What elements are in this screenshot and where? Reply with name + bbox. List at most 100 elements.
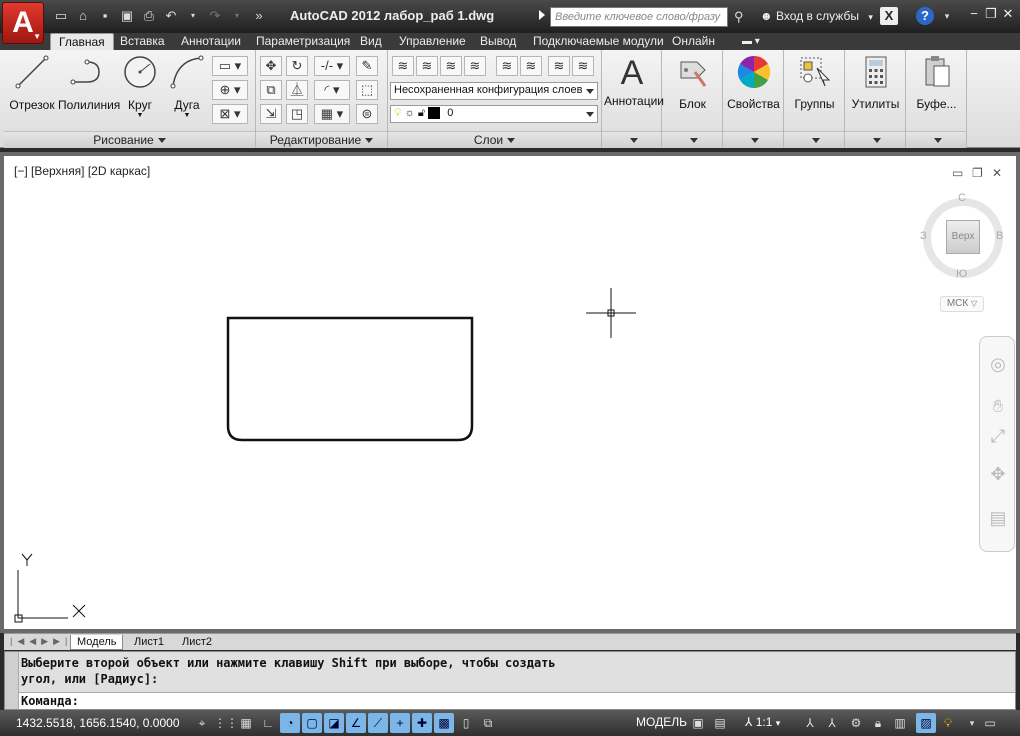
rectangle-tool[interactable]: ▭ ▾ xyxy=(212,56,248,76)
compass-north[interactable]: С xyxy=(958,192,966,204)
ortho-mode-icon[interactable]: ∟ xyxy=(258,713,278,733)
login-button[interactable]: ☻ Вход в службы ▾ xyxy=(760,9,873,23)
zoom-extents-icon[interactable]: ⤢ xyxy=(987,425,1009,447)
move-tool[interactable]: ✥ xyxy=(260,56,282,76)
tab-view[interactable]: Вид xyxy=(360,33,382,50)
properties-button[interactable]: Свойства xyxy=(725,54,782,111)
exchange-icon[interactable]: X xyxy=(880,7,898,25)
clipboard-panel-footer[interactable] xyxy=(906,131,966,148)
block-button[interactable]: Блок xyxy=(664,54,721,111)
annotation-button[interactable]: A Аннотации xyxy=(604,54,664,108)
lightbulb-icon[interactable]: 💡︎ xyxy=(938,713,958,733)
hatch-tool[interactable]: ⊕ ▾ xyxy=(212,80,248,100)
print-icon[interactable]: ⎙ xyxy=(140,7,158,25)
lineweight-icon[interactable]: ✚ xyxy=(412,713,432,733)
utilities-panel-footer[interactable] xyxy=(845,131,905,148)
modify-panel-footer[interactable]: Редактирование xyxy=(256,131,387,148)
quick-properties-icon[interactable]: ▯ xyxy=(456,713,476,733)
line-tool[interactable]: Отрезок xyxy=(8,54,56,112)
utilities-button[interactable]: Утилиты xyxy=(847,54,904,111)
block-panel-footer[interactable] xyxy=(662,131,722,148)
viewport-label[interactable]: [−] [Верхняя] [2D каркас] xyxy=(14,164,150,178)
circle-tool[interactable]: Круг ▼ xyxy=(120,54,160,119)
rotate-tool[interactable]: ↻ xyxy=(286,56,308,76)
explode-tool[interactable]: ⬚ xyxy=(356,80,378,100)
copy-tool[interactable]: ⧉ xyxy=(260,80,282,100)
drawing-area[interactable]: [−] [Верхняя] [2D каркас] ▭ ❐ ✕ Верх С Ю… xyxy=(0,152,1020,633)
grid-display-icon[interactable]: ▦ xyxy=(236,713,256,733)
coordinates-readout[interactable]: 1432.5518, 1656.1540, 0.0000 xyxy=(16,716,180,730)
isolate-objects-icon[interactable]: ▨ xyxy=(916,713,936,733)
layer-icon-3[interactable]: ≋ xyxy=(440,56,462,76)
tab-manage[interactable]: Управление xyxy=(399,33,466,50)
layer-icon-4[interactable]: ≋ xyxy=(464,56,486,76)
layer-icon-6[interactable]: ≋ xyxy=(520,56,542,76)
viewport-restore-icon[interactable]: ❐ xyxy=(972,166,983,180)
quick-view-drawings-icon[interactable]: ▤ xyxy=(710,713,730,733)
layer-icon-2[interactable]: ≋ xyxy=(416,56,438,76)
save-icon[interactable]: ▪ xyxy=(96,7,114,25)
fillet-tool[interactable]: ◜ ▾ xyxy=(314,80,350,100)
arc-tool[interactable]: Дуга ▼ xyxy=(166,54,208,119)
object-snap-tracking-icon[interactable]: ∠ xyxy=(346,713,366,733)
trim-tool[interactable]: -/- ▾ xyxy=(314,56,350,76)
tab-layout1[interactable]: Лист1 xyxy=(128,635,170,650)
tab-plugins[interactable]: Подключаемые модули xyxy=(533,33,664,50)
viewcube[interactable]: Верх С Ю З В xyxy=(918,192,1008,282)
groups-button[interactable]: Группы xyxy=(786,54,843,111)
object-snap-icon[interactable]: ▢ xyxy=(302,713,322,733)
selection-cycling-icon[interactable]: ⧉ xyxy=(478,713,498,733)
tab-insert[interactable]: Вставка xyxy=(120,33,165,50)
showmotion-icon[interactable]: ▤ xyxy=(987,507,1009,529)
layer-icon-8[interactable]: ≋ xyxy=(572,56,594,76)
polyline-tool[interactable]: Полилиния xyxy=(58,54,120,112)
groups-panel-footer[interactable] xyxy=(784,131,844,148)
more-icon[interactable]: » xyxy=(250,7,268,25)
lock-icon[interactable]: 🔒︎ xyxy=(868,713,888,733)
annotation-panel-footer[interactable] xyxy=(602,131,661,148)
transparency-icon[interactable]: ▩ xyxy=(434,713,454,733)
viewport-close-icon[interactable]: ✕ xyxy=(992,166,1002,180)
help-icon[interactable]: ? xyxy=(916,7,934,25)
tab-home[interactable]: Главная xyxy=(50,33,114,50)
command-input[interactable]: Команда: xyxy=(19,692,1015,709)
redo-dropdown-icon[interactable]: ▾ xyxy=(228,7,246,25)
orbit-icon[interactable]: ✥ xyxy=(987,463,1009,485)
array-tool[interactable]: ▦ ▾ xyxy=(314,104,350,124)
command-grip-handle[interactable] xyxy=(5,652,19,709)
auto-scale-icon[interactable]: ⅄ xyxy=(822,713,842,733)
clipboard-button[interactable]: Буфе... xyxy=(908,54,965,111)
compass-south[interactable]: Ю xyxy=(956,268,967,280)
mirror-tool[interactable]: ⏅ xyxy=(286,80,308,100)
offset-tool[interactable]: ⊜ xyxy=(356,104,378,124)
undo-dropdown-icon[interactable]: ▾ xyxy=(184,7,202,25)
stretch-tool[interactable]: ⇲ xyxy=(260,104,282,124)
erase-tool[interactable]: ✎ xyxy=(356,56,378,76)
layout-nav-arrows-icon[interactable]: |◀◀▶▶| xyxy=(10,636,72,647)
binoculars-icon[interactable]: ⚲ xyxy=(734,9,744,25)
layer-properties-icon[interactable]: ≋ xyxy=(392,56,414,76)
model-space-button[interactable]: МОДЕЛЬ xyxy=(636,715,687,729)
clean-screen-icon[interactable]: ▭ xyxy=(980,713,1000,733)
compass-west[interactable]: З xyxy=(920,230,927,242)
save-as-icon[interactable]: ▣ xyxy=(118,7,136,25)
hardware-acceleration-icon[interactable]: ▥ xyxy=(890,713,910,733)
compass-east[interactable]: В xyxy=(996,230,1003,242)
workspace-gear-icon[interactable]: ⚙ xyxy=(846,713,866,733)
tab-layout2[interactable]: Лист2 xyxy=(176,635,218,650)
ribbon-toggle-icon[interactable]: ▬ ▾ xyxy=(742,33,760,50)
open-file-icon[interactable]: ⌂ xyxy=(74,7,92,25)
new-file-icon[interactable]: ▭ xyxy=(52,7,70,25)
application-menu-button[interactable]: A ▼ xyxy=(2,2,44,44)
region-tool[interactable]: ⊠ ▾ xyxy=(212,104,248,124)
3d-object-snap-icon[interactable]: ◪ xyxy=(324,713,344,733)
layer-icon-7[interactable]: ≋ xyxy=(548,56,570,76)
tab-parametric[interactable]: Параметризация xyxy=(256,33,350,50)
pan-icon[interactable]: ✋︎ xyxy=(987,395,1009,417)
restore-icon[interactable]: ❐ xyxy=(983,6,999,22)
snap-mode-icon[interactable]: ⋮⋮ xyxy=(214,713,238,733)
scale-tool[interactable]: ◳ xyxy=(286,104,308,124)
layers-panel-footer[interactable]: Слои xyxy=(388,131,601,148)
viewport-minimize-icon[interactable]: ▭ xyxy=(952,166,963,180)
layer-state-dropdown[interactable]: Несохраненная конфигурация слоев xyxy=(390,82,598,100)
